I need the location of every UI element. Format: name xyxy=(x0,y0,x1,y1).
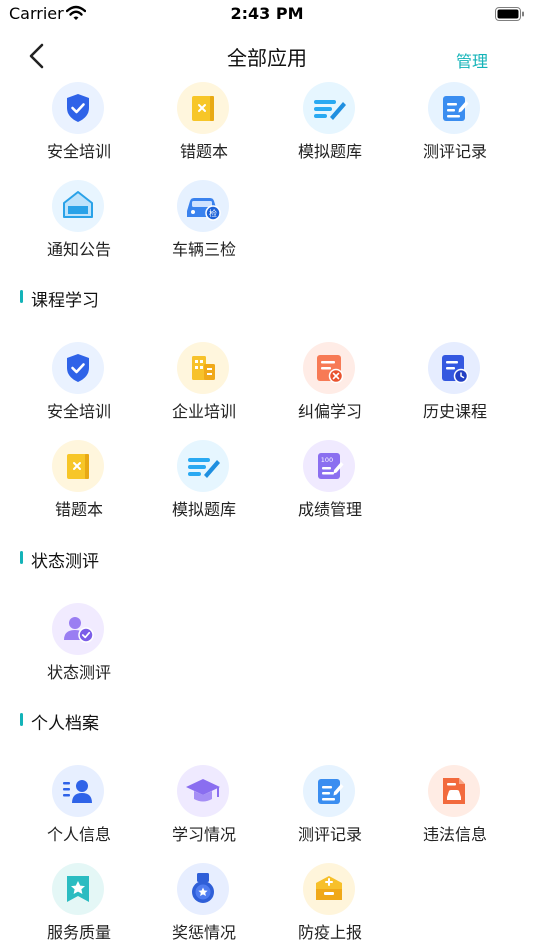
nav-bar: 全部应用 管理 xyxy=(0,28,534,80)
evaluation-record-icon xyxy=(303,765,355,817)
violation-car-icon xyxy=(428,765,480,817)
history-course-icon xyxy=(428,342,480,394)
wrong-book-icon xyxy=(177,82,229,134)
question-bank-icon xyxy=(177,440,229,492)
app-item-correction-learning[interactable]: 纠偏学习 xyxy=(275,342,385,421)
app-item-service-quality[interactable]: 服务质量 xyxy=(24,863,134,942)
page-title: 全部应用 xyxy=(227,46,307,70)
app-item-label: 服务质量 xyxy=(46,923,111,942)
medal-icon xyxy=(177,863,229,915)
section-accent-bar xyxy=(20,290,23,303)
app-item-label: 模拟题库 xyxy=(171,500,236,519)
user-info-icon xyxy=(52,765,104,817)
user-check-icon xyxy=(52,603,104,655)
svg-text:检: 检 xyxy=(209,208,217,218)
section-title-text: 个人档案 xyxy=(31,714,99,734)
app-item-evaluation-record[interactable]: 测评记录 xyxy=(400,82,510,161)
app-item-label: 状态测评 xyxy=(46,663,111,682)
shield-check-icon xyxy=(52,342,104,394)
app-item-label: 个人信息 xyxy=(46,825,111,844)
section-accent-bar xyxy=(20,713,23,726)
evaluation-record-icon xyxy=(428,82,480,134)
app-item-wrong-book[interactable]: 错题本 xyxy=(24,440,134,519)
app-item-label: 违法信息 xyxy=(422,825,487,844)
app-item-notice[interactable]: 通知公告 xyxy=(24,180,134,259)
app-item-label: 安全培训 xyxy=(46,402,111,421)
app-item-label: 纠偏学习 xyxy=(297,402,362,421)
app-item-safety-training[interactable]: 安全培训 xyxy=(24,82,134,161)
app-item-history-course[interactable]: 历史课程 xyxy=(400,342,510,421)
app-item-evaluation-record[interactable]: 测评记录 xyxy=(275,765,385,844)
status-bar: Carrier 2:43 PM xyxy=(0,0,534,28)
vehicle-inspection-icon: 检 xyxy=(177,180,229,232)
app-item-violation-info[interactable]: 违法信息 xyxy=(400,765,510,844)
app-item-epidemic-report[interactable]: 防疫上报 xyxy=(275,863,385,942)
app-item-vehicle-inspection[interactable]: 检 车辆三检 xyxy=(149,180,259,259)
app-item-label: 防疫上报 xyxy=(297,923,362,942)
section-title-text: 状态测评 xyxy=(31,552,99,572)
app-item-state-evaluation[interactable]: 状态测评 xyxy=(24,603,134,682)
app-item-label: 测评记录 xyxy=(297,825,362,844)
app-item-wrong-book[interactable]: 错题本 xyxy=(149,82,259,161)
app-item-personal-info[interactable]: 个人信息 xyxy=(24,765,134,844)
app-item-label: 成绩管理 xyxy=(297,500,362,519)
app-item-reward-punish[interactable]: 奖惩情况 xyxy=(149,863,259,942)
app-item-label: 测评记录 xyxy=(422,142,487,161)
service-star-icon xyxy=(52,863,104,915)
app-item-score-management[interactable]: 100 成绩管理 xyxy=(275,440,385,519)
app-item-question-bank[interactable]: 模拟题库 xyxy=(275,82,385,161)
app-item-safety-training[interactable]: 安全培训 xyxy=(24,342,134,421)
app-item-label: 通知公告 xyxy=(46,240,111,259)
app-item-label: 企业培训 xyxy=(171,402,236,421)
app-item-label: 错题本 xyxy=(179,142,228,161)
epidemic-box-icon xyxy=(303,863,355,915)
app-item-label: 学习情况 xyxy=(171,825,236,844)
clock: 2:43 PM xyxy=(230,4,304,23)
app-item-label: 安全培训 xyxy=(46,142,111,161)
app-item-label: 模拟题库 xyxy=(297,142,362,161)
app-item-label: 错题本 xyxy=(54,500,103,519)
app-item-label: 车辆三检 xyxy=(171,240,236,259)
app-item-study-status[interactable]: 学习情况 xyxy=(149,765,259,844)
question-bank-icon xyxy=(303,82,355,134)
score-sheet-icon: 100 xyxy=(303,440,355,492)
wrong-book-icon xyxy=(52,440,104,492)
app-item-label: 历史课程 xyxy=(422,402,487,421)
graduation-cap-icon xyxy=(177,765,229,817)
section-title-text: 课程学习 xyxy=(31,291,99,311)
section-accent-bar xyxy=(20,551,23,564)
battery-icon xyxy=(495,6,525,21)
app-item-label: 奖惩情况 xyxy=(171,923,236,942)
notice-board-icon xyxy=(52,180,104,232)
company-building-icon xyxy=(177,342,229,394)
shield-check-icon xyxy=(52,82,104,134)
manage-button[interactable]: 管理 xyxy=(456,48,488,72)
app-item-company-training[interactable]: 企业培训 xyxy=(149,342,259,421)
svg-text:100: 100 xyxy=(321,456,333,464)
correction-doc-icon xyxy=(303,342,355,394)
app-item-question-bank[interactable]: 模拟题库 xyxy=(149,440,259,519)
